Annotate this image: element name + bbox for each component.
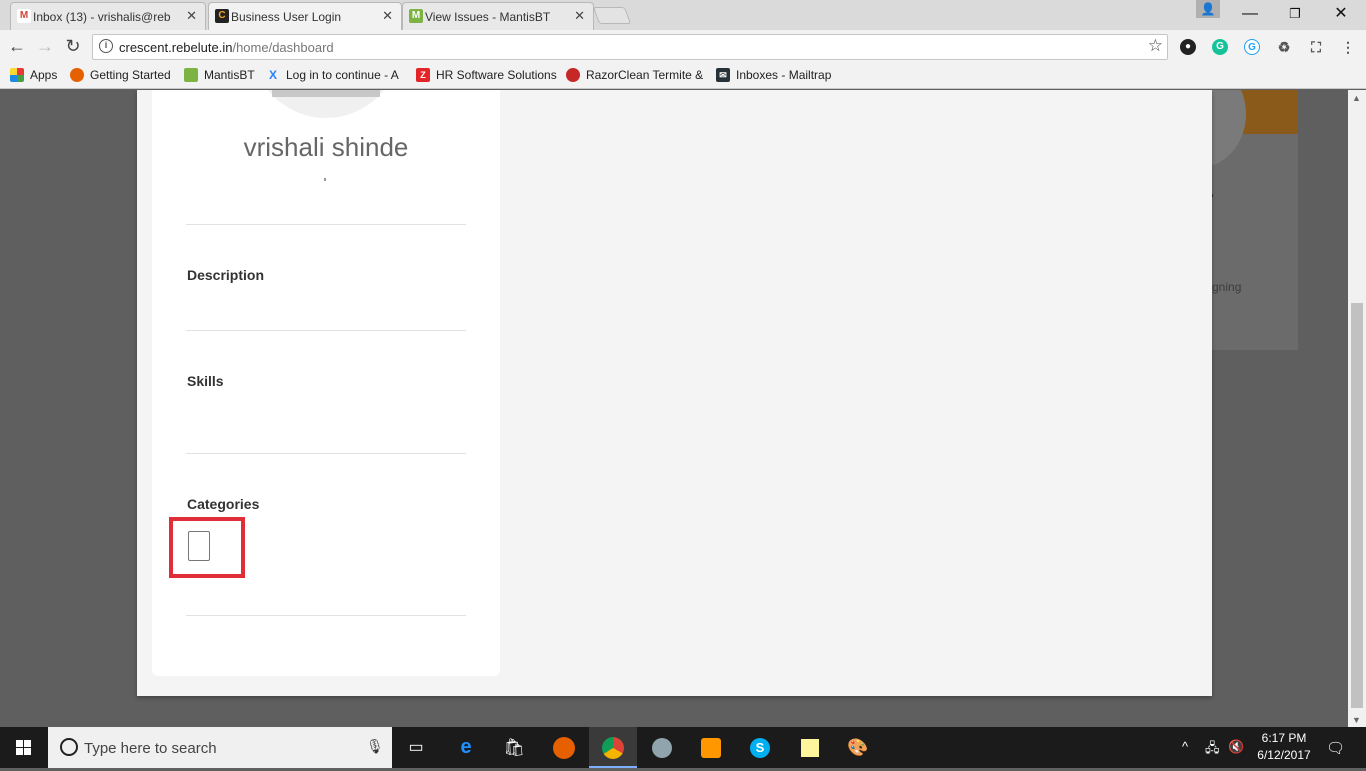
network-icon[interactable]: 🖧 bbox=[1205, 739, 1220, 761]
sticky-notes-icon[interactable] bbox=[786, 727, 834, 768]
maximize-button[interactable]: ❐ bbox=[1273, 2, 1317, 26]
razorclean-icon bbox=[566, 68, 580, 82]
description-label: Description bbox=[187, 267, 265, 283]
bookmark-mantisbt[interactable]: MantisBT bbox=[184, 68, 255, 82]
tab-title: View Issues - MantisBT bbox=[425, 9, 551, 24]
background-text: gning bbox=[1212, 280, 1242, 294]
bookmark-razorclean[interactable]: RazorClean Termite & bbox=[566, 68, 703, 82]
crescent-icon: C bbox=[215, 9, 229, 23]
clock-time: 6:17 PM bbox=[1261, 731, 1307, 745]
reload-icon[interactable]: ↻ bbox=[61, 35, 85, 59]
bookmark-label: HR Software Solutions bbox=[436, 68, 557, 82]
bookmark-label: RazorClean Termite & bbox=[586, 68, 704, 82]
bookmark-mailtrap[interactable]: ✉ Inboxes - Mailtrap bbox=[716, 68, 831, 82]
edge-icon[interactable]: e bbox=[442, 727, 490, 768]
profile-icon[interactable]: 👤 bbox=[1196, 0, 1220, 18]
skills-label: Skills bbox=[187, 373, 224, 389]
scroll-down-icon[interactable]: ▼ bbox=[1352, 715, 1361, 725]
bookmark-label: MantisBT bbox=[204, 68, 255, 82]
scroll-up-icon[interactable]: ▲ bbox=[1352, 93, 1361, 103]
extension-dark-icon[interactable]: ● bbox=[1180, 39, 1196, 55]
back-icon[interactable]: ← bbox=[5, 35, 29, 59]
bookmark-star-icon[interactable]: ☆ bbox=[1148, 36, 1163, 56]
profile-card: vrishali shinde Description Skills Categ… bbox=[152, 90, 500, 676]
search-placeholder: Type here to search bbox=[84, 740, 217, 757]
grammarly-outline-icon[interactable]: G bbox=[1244, 39, 1260, 55]
tab-business-user-login[interactable]: C Business User Login ✕ bbox=[208, 2, 402, 31]
cortana-icon bbox=[60, 738, 78, 756]
start-button[interactable] bbox=[0, 727, 48, 768]
tab-title: Inbox (13) - vrishalis@reb bbox=[33, 9, 171, 24]
atlassian-icon: X bbox=[268, 68, 277, 82]
task-view-icon[interactable]: ▭ bbox=[392, 727, 440, 768]
bookmark-atlassian[interactable]: X Log in to continue - A bbox=[266, 68, 399, 82]
bookmark-getting-started[interactable]: Getting Started bbox=[70, 68, 171, 82]
mantis-icon bbox=[184, 68, 198, 82]
grammarly-icon[interactable]: G bbox=[1212, 39, 1228, 55]
close-icon[interactable]: ✕ bbox=[186, 8, 197, 24]
avatar bbox=[252, 90, 400, 118]
category-item[interactable] bbox=[188, 531, 210, 561]
paint-icon[interactable]: 🎨 bbox=[834, 727, 882, 768]
skype-icon[interactable]: S bbox=[736, 727, 784, 768]
divider bbox=[186, 224, 466, 225]
bookmark-label: Inboxes - Mailtrap bbox=[736, 68, 832, 82]
store-icon[interactable]: 🛍 bbox=[490, 727, 538, 768]
safari-icon[interactable] bbox=[638, 727, 686, 768]
bookmark-label: Getting Started bbox=[90, 68, 171, 82]
new-tab-button[interactable] bbox=[592, 7, 632, 24]
firefox-taskbar-icon[interactable] bbox=[540, 727, 588, 768]
tab-strip: M Inbox (13) - vrishalis@reb ✕ C Busines… bbox=[0, 0, 1366, 31]
bookmarks-bar: Apps Getting Started MantisBT X Log in t… bbox=[0, 63, 1366, 89]
firefox-icon bbox=[70, 68, 84, 82]
zoho-icon: Z bbox=[416, 68, 430, 82]
vertical-scrollbar[interactable]: ▲ ▼ bbox=[1348, 90, 1366, 727]
chrome-taskbar-icon[interactable] bbox=[589, 727, 637, 768]
bookmark-hr-software[interactable]: Z HR Software Solutions bbox=[416, 68, 557, 82]
categories-label: Categories bbox=[187, 496, 260, 512]
divider bbox=[186, 330, 466, 331]
close-icon[interactable]: ✕ bbox=[574, 8, 585, 24]
profile-name: vrishali shinde bbox=[243, 132, 409, 162]
clock[interactable]: 6:17 PM 6/12/2017 bbox=[1252, 730, 1316, 764]
forward-icon[interactable]: → bbox=[33, 35, 57, 59]
close-window-button[interactable]: ✕ bbox=[1319, 2, 1363, 26]
mailtrap-icon: ✉ bbox=[716, 68, 730, 82]
clock-date: 6/12/2017 bbox=[1257, 748, 1311, 762]
address-bar[interactable]: i crescent.rebelute.in/home/dashboard ☆ bbox=[92, 34, 1168, 60]
divider bbox=[186, 615, 466, 616]
app-orange-icon[interactable] bbox=[687, 727, 735, 768]
screenshot-icon[interactable]: ⛶ bbox=[1308, 39, 1324, 55]
mantis-icon: M bbox=[409, 9, 423, 23]
notifications-icon[interactable]: 🗨 bbox=[1326, 739, 1345, 757]
close-icon[interactable]: ✕ bbox=[382, 8, 393, 24]
scroll-thumb[interactable] bbox=[1351, 303, 1363, 708]
tray-chevron-icon[interactable]: ^ bbox=[1182, 739, 1188, 754]
minimize-button[interactable]: — bbox=[1228, 2, 1272, 26]
recycle-icon[interactable]: ♻ bbox=[1276, 39, 1292, 55]
taskbar-search[interactable]: Type here to search 🎙 bbox=[48, 727, 392, 768]
tab-mantis[interactable]: M View Issues - MantisBT ✕ bbox=[402, 2, 594, 30]
apps-grid-icon bbox=[10, 68, 24, 82]
page-viewport: gning vrishali shinde Description Skills… bbox=[0, 90, 1348, 727]
profile-modal: vrishali shinde Description Skills Categ… bbox=[137, 90, 1212, 696]
divider bbox=[186, 453, 466, 454]
url-text: crescent.rebelute.in/home/dashboard bbox=[119, 40, 334, 55]
windows-icon bbox=[16, 740, 31, 755]
info-icon[interactable]: i bbox=[99, 39, 113, 53]
bookmark-label: Apps bbox=[30, 68, 58, 82]
taskbar: Type here to search 🎙 ▭ e 🛍 S 🎨 ^ 🖧 🔇 6:… bbox=[0, 727, 1366, 768]
profile-subtitle bbox=[324, 178, 326, 181]
microphone-icon[interactable]: 🎙 bbox=[366, 738, 384, 755]
gmail-icon: M bbox=[17, 9, 31, 23]
tab-gmail[interactable]: M Inbox (13) - vrishalis@reb ✕ bbox=[10, 2, 206, 30]
bookmark-apps[interactable]: Apps bbox=[10, 68, 57, 82]
volume-icon[interactable]: 🔇 bbox=[1228, 739, 1244, 755]
tab-title: Business User Login bbox=[231, 10, 342, 24]
menu-icon[interactable]: ⋮ bbox=[1340, 39, 1356, 55]
bookmark-label: Log in to continue - A bbox=[286, 68, 399, 82]
